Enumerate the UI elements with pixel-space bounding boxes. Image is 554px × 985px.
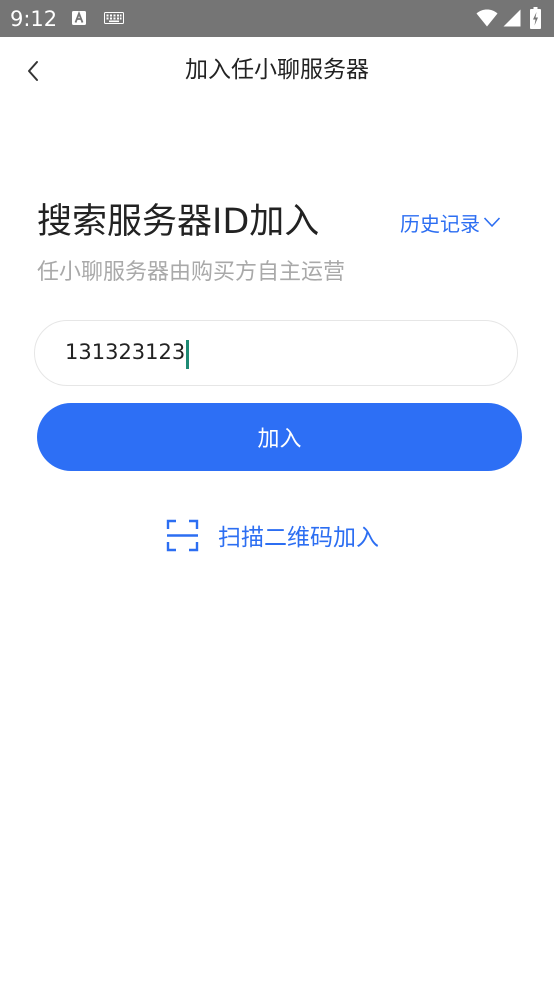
chevron-down-icon bbox=[483, 217, 501, 227]
status-time: 9:12 bbox=[10, 7, 58, 31]
server-id-input[interactable]: 131323123 bbox=[65, 321, 185, 384]
scan-qr-button[interactable]: 扫描二维码加入 bbox=[166, 517, 379, 553]
subheading: 任小聊服务器由购买方自主运营 bbox=[37, 260, 346, 285]
keyboard-icon bbox=[104, 12, 124, 24]
cell-signal-icon bbox=[503, 9, 521, 27]
page-title: 加入任小聊服务器 bbox=[185, 57, 369, 83]
history-label: 历史记录 bbox=[400, 211, 480, 236]
status-bar: 9:12 bbox=[0, 0, 554, 37]
join-button[interactable]: 加入 bbox=[37, 403, 522, 471]
history-dropdown[interactable]: 历史记录 bbox=[400, 207, 501, 237]
scan-qr-label: 扫描二维码加入 bbox=[218, 525, 379, 551]
screen: 9:12 加入任小聊服务器 搜索服务器ID加入 历史记录 任小聊服务器由购买方自… bbox=[0, 0, 554, 985]
wifi-icon bbox=[476, 9, 498, 27]
battery-charging-icon bbox=[530, 7, 541, 29]
text-caret bbox=[186, 340, 189, 369]
scan-frame-icon bbox=[166, 519, 199, 551]
text-a-icon bbox=[72, 11, 86, 25]
section-heading: 搜索服务器ID加入 bbox=[37, 202, 320, 242]
server-id-field[interactable]: 131323123 bbox=[34, 320, 518, 386]
